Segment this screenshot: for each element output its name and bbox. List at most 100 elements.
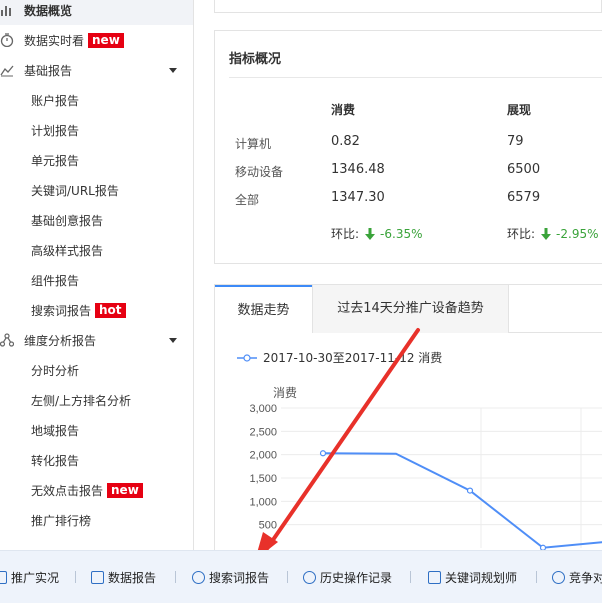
sidebar-item-ranking-list[interactable]: 推广排行榜 [0, 505, 193, 535]
sidebar-item-search-term-report[interactable]: 搜索词报告 hot [0, 295, 193, 325]
bottom-item-label: 搜索词报告 [209, 570, 270, 585]
divider [75, 571, 76, 583]
bottom-item-history[interactable]: 历史操作记录 [303, 568, 392, 586]
word-icon [428, 570, 441, 584]
cell-value: 1347.30 [331, 190, 385, 205]
cell-value: 6579 [507, 190, 541, 205]
sidebar-item-basic-reports[interactable]: 基础报告 [0, 55, 193, 85]
sidebar-item-label: 无效点击报告 [31, 483, 104, 498]
y-tick-label: 3,000 [249, 403, 277, 415]
y-tick-label: 1,500 [249, 473, 277, 485]
sidebar-item-label: 数据概览 [24, 3, 73, 18]
divider [175, 571, 176, 583]
metrics-panel: 指标概况 消费 展现 计算机 0.82 79 移动设备 1346.48 6500… [214, 30, 602, 264]
sidebar-item-rank-analysis[interactable]: 左侧/上方排名分析 [0, 385, 193, 415]
cell-value: 1346.48 [331, 162, 385, 177]
divider [410, 571, 411, 583]
sidebar-item-account-report[interactable]: 账户报告 [0, 85, 193, 115]
legend-label: 2017-10-30至2017-11-12 消费 [263, 351, 443, 365]
caret-down-icon[interactable] [169, 338, 177, 343]
monitor-icon [0, 570, 7, 584]
sidebar-item-advanced-style-report[interactable]: 高级样式报告 [0, 235, 193, 265]
sidebar-item-label: 基础创意报告 [31, 213, 104, 228]
divider [229, 77, 602, 78]
bottom-item-search-term-report[interactable]: 搜索词报告 [192, 568, 269, 586]
bar-chart-icon [91, 570, 104, 584]
search-icon [192, 570, 205, 584]
sidebar-item-overview[interactable]: 数据概览 [0, 0, 193, 25]
metrics-title: 指标概况 [229, 52, 282, 67]
sidebar-item-invalid-click-report[interactable]: 无效点击报告 new [0, 475, 193, 505]
top-card [214, 0, 602, 13]
bottom-item-live[interactable]: 推广实况 [0, 568, 59, 586]
sidebar-item-dimension-reports[interactable]: 维度分析报告 [0, 325, 193, 355]
line-chart-icon [0, 65, 14, 77]
sidebar-item-realtime[interactable]: 数据实时看 new [0, 25, 193, 55]
bottom-item-label: 数据报告 [108, 570, 157, 585]
column-header-impressions: 展现 [507, 103, 532, 117]
sidebar-item-label: 高级样式报告 [31, 243, 104, 258]
bottom-item-label: 历史操作记录 [320, 570, 393, 585]
row-label: 计算机 [235, 137, 272, 151]
sidebar-item-label: 搜索词报告 [31, 303, 92, 318]
tab-data-trend[interactable]: 数据走势 [215, 285, 312, 334]
sidebar-item-label: 左侧/上方排名分析 [31, 393, 132, 408]
bottom-item-keyword-planner[interactable]: 关键词规划师 [428, 568, 517, 586]
bottom-item-label: 竞争对 [569, 570, 602, 585]
row-label: 移动设备 [235, 165, 284, 179]
divider [287, 571, 288, 583]
clock-icon [303, 570, 316, 584]
y-tick-label: 1,000 [249, 496, 277, 508]
series-line [322, 452, 602, 549]
eye-icon [552, 570, 565, 584]
sidebar-item-plan-report[interactable]: 计划报告 [0, 115, 193, 145]
sidebar-item-label: 计划报告 [31, 123, 80, 138]
bottom-item-reports[interactable]: 数据报告 [91, 568, 156, 586]
row-label: 全部 [235, 193, 260, 207]
bottom-item-competition[interactable]: 竞争对 [552, 568, 602, 586]
network-icon [0, 333, 14, 347]
sidebar-item-label: 分时分析 [31, 363, 80, 378]
sidebar-item-label: 转化报告 [31, 453, 80, 468]
sidebar-item-label: 推广排行榜 [31, 513, 92, 528]
trend-panel: 数据走势 过去14天分推广设备趋势 2017-10-30至2017-11-12 … [214, 284, 602, 554]
sidebar-item-label: 组件报告 [31, 273, 80, 288]
sidebar-item-region-report[interactable]: 地域报告 [0, 415, 193, 445]
y-tick-label: 2,500 [249, 426, 277, 438]
data-point[interactable] [466, 487, 474, 494]
sidebar-item-label: 地域报告 [31, 423, 80, 438]
sidebar-item-label: 关键词/URL报告 [31, 183, 119, 198]
arrow-down-icon [365, 227, 376, 240]
data-point[interactable] [319, 450, 327, 457]
sidebar-item-conversion-report[interactable]: 转化报告 [0, 445, 193, 475]
sidebar-item-label: 基础报告 [24, 63, 73, 78]
bottom-item-label: 关键词规划师 [445, 570, 518, 585]
sidebar-item-label: 数据实时看 [24, 33, 85, 48]
ratio-impressions: 环比: -2.95% [507, 225, 599, 242]
sidebar-item-creative-report[interactable]: 基础创意报告 [0, 205, 193, 235]
sidebar-item-label: 维度分析报告 [24, 333, 97, 348]
bottom-item-label: 推广实况 [11, 570, 60, 585]
sidebar-item-label: 账户报告 [31, 93, 80, 108]
cell-value: 79 [507, 134, 524, 149]
ratio-label: 环比: [331, 227, 360, 241]
new-badge: new [88, 32, 124, 48]
sidebar-item-component-report[interactable]: 组件报告 [0, 265, 193, 295]
ratio-spend: 环比: -6.35% [331, 225, 423, 242]
sidebar-item-unit-report[interactable]: 单元报告 [0, 145, 193, 175]
caret-down-icon[interactable] [169, 68, 177, 73]
y-tick-label: 500 [259, 520, 277, 532]
chart-legend[interactable]: 2017-10-30至2017-11-12 消费 [237, 349, 442, 366]
cell-value: 0.82 [331, 134, 360, 149]
sidebar-item-keyword-url-report[interactable]: 关键词/URL报告 [0, 175, 193, 205]
hot-badge: hot [95, 302, 126, 318]
ratio-value: -2.95% [556, 226, 599, 241]
tab-device-trend[interactable]: 过去14天分推广设备趋势 [312, 285, 509, 333]
ratio-value: -6.35% [380, 226, 423, 241]
y-tick-label: 2,000 [249, 450, 277, 462]
trend-tabs: 数据走势 过去14天分推广设备趋势 [215, 285, 602, 334]
y-axis-label: 消费 [273, 386, 298, 400]
sidebar-item-time-analysis[interactable]: 分时分析 [0, 355, 193, 385]
ratio-label: 环比: [507, 227, 536, 241]
cell-value: 6500 [507, 162, 541, 177]
